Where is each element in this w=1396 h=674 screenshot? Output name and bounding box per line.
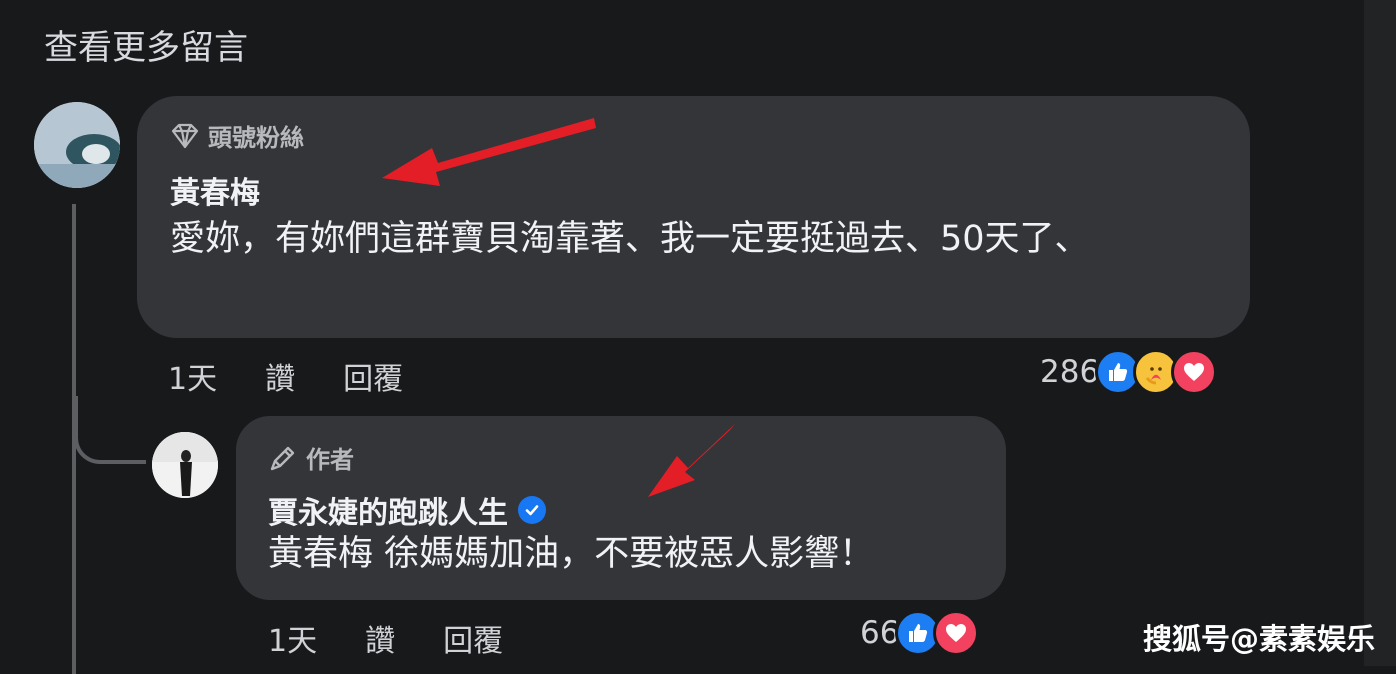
avatar-image [34, 102, 120, 188]
reply-author-avatar[interactable] [152, 432, 218, 498]
commenter-avatar[interactable] [34, 102, 120, 188]
reply-actions: 1天 讚 回覆 [268, 616, 551, 660]
top-fan-badge: 頭號粉絲 [170, 118, 304, 153]
author-badge: 作者 [268, 440, 354, 475]
like-button[interactable]: 讚 [265, 354, 295, 398]
reaction-summary[interactable]: 286 [1040, 349, 1218, 395]
reply-author-name[interactable]: 賈永婕的跑跳人生 [268, 488, 508, 532]
badge-label: 頭號粉絲 [208, 124, 304, 152]
reply-button[interactable]: 回覆 [343, 354, 403, 398]
diamond-icon [171, 123, 199, 148]
pen-icon [270, 446, 295, 470]
reaction-count: 286 [1040, 354, 1100, 390]
reply-timestamp[interactable]: 1天 [268, 616, 317, 660]
comment-actions: 1天 讚 回覆 [168, 354, 451, 398]
reaction-count: 66 [860, 615, 900, 651]
reply-connector [74, 396, 146, 464]
verified-badge-icon [518, 496, 546, 524]
love-icon [933, 610, 980, 656]
comment-author-name[interactable]: 黃春梅 [170, 168, 260, 212]
avatar-image [152, 432, 218, 498]
view-more-comments-link[interactable]: 查看更多留言 [44, 20, 248, 69]
comment-timestamp[interactable]: 1天 [168, 354, 217, 398]
reply-button[interactable]: 回覆 [443, 616, 503, 660]
comment-text: 愛妳，有妳們這群寶貝淘靠著、我一定要挺過去、50天了、 [170, 219, 1090, 259]
badge-label: 作者 [306, 446, 354, 474]
love-icon [1171, 349, 1218, 395]
like-button[interactable]: 讚 [365, 616, 395, 660]
reply-text: 黃春梅 徐媽媽加油，不要被惡人影響！ [268, 534, 875, 574]
watermark-text: 搜狐号@素素娱乐 [1143, 622, 1376, 656]
reply-author-name-row: 賈永婕的跑跳人生 [268, 488, 546, 532]
scrollbar-track [1364, 0, 1396, 666]
reaction-summary[interactable]: 66 [860, 610, 980, 656]
